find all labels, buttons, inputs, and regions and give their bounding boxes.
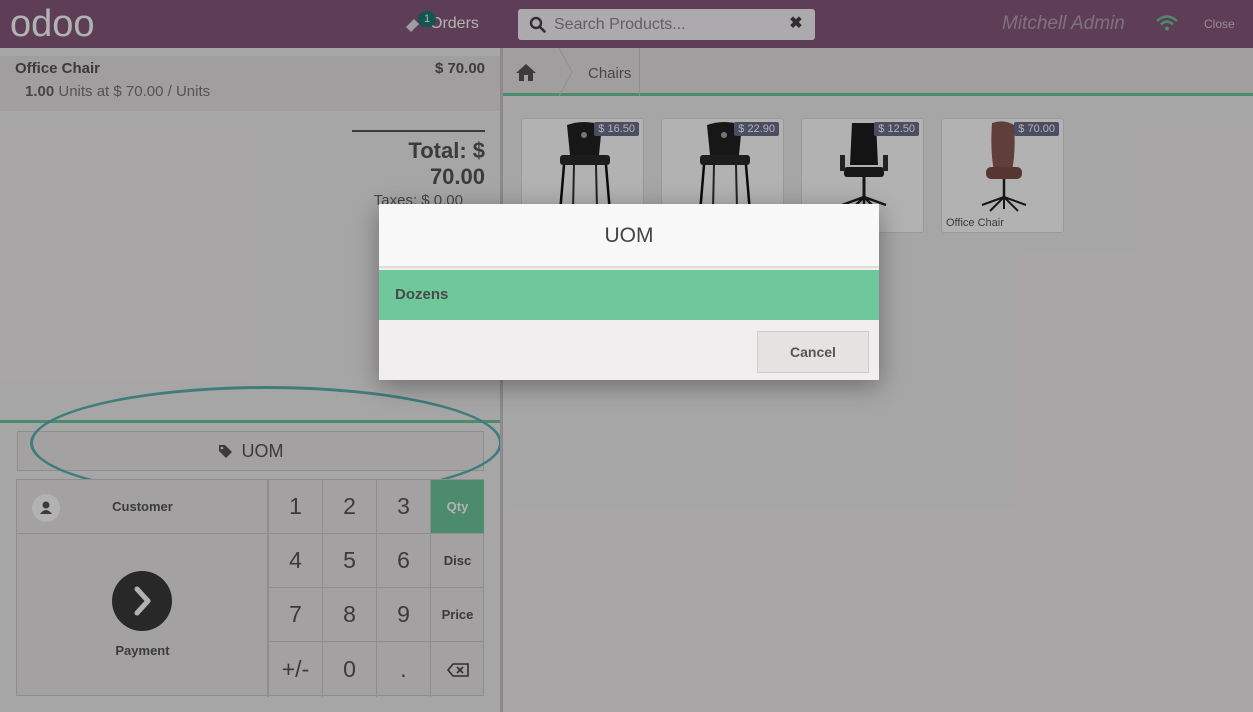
cancel-button[interactable]: Cancel [757, 331, 869, 373]
uom-option-dozens[interactable]: Dozens [379, 270, 879, 320]
uom-dialog: UOM Dozens Cancel [379, 204, 879, 380]
dialog-title: UOM [379, 204, 879, 268]
